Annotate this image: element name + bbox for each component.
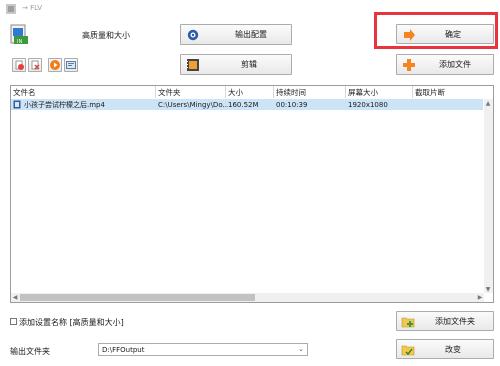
scroll-right-icon[interactable]: ▶ bbox=[476, 293, 484, 301]
quality-label: 高质量和大小 bbox=[82, 31, 130, 40]
scroll-left-icon[interactable]: ◀ bbox=[11, 293, 19, 301]
cell-duration: 00:10:39 bbox=[276, 100, 308, 109]
add-folder-label: 添加文件夹 bbox=[435, 316, 475, 326]
col-size[interactable]: 大小 bbox=[226, 86, 274, 98]
vertical-scrollbar[interactable]: ▲ ▼ bbox=[484, 99, 493, 293]
folder-icon bbox=[401, 343, 415, 357]
horizontal-scrollbar[interactable]: ◀ ▶ bbox=[11, 293, 484, 302]
output-config-label: 输出配置 bbox=[235, 30, 267, 39]
plus-icon bbox=[402, 58, 416, 72]
table-row[interactable]: 小孩子尝试柠檬之后.mp4 C:\Users\Mingy\Do... 160.5… bbox=[11, 99, 483, 110]
table-header: 文件名 文件夹 大小 持续时间 屏幕大小 截取片断 bbox=[11, 86, 493, 98]
film-icon bbox=[186, 58, 200, 72]
clip-label: 剪辑 bbox=[241, 60, 257, 69]
output-folder-label: 输出文件夹 bbox=[10, 347, 50, 356]
file-table[interactable]: 文件名 文件夹 大小 持续时间 屏幕大小 截取片断 小孩子尝试柠檬之后.mp4 … bbox=[10, 85, 494, 303]
quality-preset-icon[interactable]: IN bbox=[9, 24, 31, 46]
info-button[interactable] bbox=[64, 58, 78, 72]
cell-size: 160.52M bbox=[228, 100, 259, 109]
output-config-button[interactable]: 输出配置 bbox=[180, 24, 292, 45]
output-config-icon bbox=[187, 29, 199, 41]
cell-filename: 小孩子尝试柠檬之后.mp4 bbox=[24, 100, 105, 109]
ok-label: 确定 bbox=[445, 29, 461, 39]
play-button[interactable] bbox=[48, 58, 62, 72]
add-setting-name-checkbox[interactable] bbox=[10, 318, 17, 325]
col-folder[interactable]: 文件夹 bbox=[156, 86, 226, 98]
svg-text:IN: IN bbox=[17, 39, 22, 45]
cell-clip bbox=[413, 99, 483, 110]
scroll-up-icon[interactable]: ▲ bbox=[484, 99, 492, 107]
chevron-down-icon[interactable]: ⌄ bbox=[298, 345, 304, 353]
arrow-right-icon bbox=[403, 29, 415, 41]
add-file-button[interactable]: 添加文件 bbox=[396, 54, 494, 75]
add-file-label: 添加文件 bbox=[439, 60, 471, 69]
cell-folder: C:\Users\Mingy\Do... bbox=[158, 100, 228, 109]
change-button[interactable]: 改变 bbox=[396, 339, 494, 359]
output-folder-select[interactable]: D:\FFOutput ⌄ bbox=[98, 343, 308, 356]
scroll-down-icon[interactable]: ▼ bbox=[484, 285, 492, 293]
folder-plus-icon bbox=[401, 315, 415, 329]
col-clip[interactable]: 截取片断 bbox=[413, 86, 493, 98]
col-screen-size[interactable]: 屏幕大小 bbox=[346, 86, 413, 98]
col-duration[interactable]: 持续时间 bbox=[274, 86, 346, 98]
add-setting-name-label: 添加设置名称 [高质量和大小] bbox=[19, 318, 124, 327]
video-file-icon bbox=[13, 100, 21, 109]
change-label: 改变 bbox=[445, 344, 461, 354]
app-icon bbox=[6, 4, 16, 14]
ok-button[interactable]: 确定 bbox=[396, 24, 494, 44]
clear-button[interactable] bbox=[28, 58, 42, 72]
output-folder-value: D:\FFOutput bbox=[102, 346, 145, 354]
scroll-thumb[interactable] bbox=[20, 294, 255, 301]
add-folder-button[interactable]: 添加文件夹 bbox=[396, 311, 494, 331]
remove-button[interactable] bbox=[12, 58, 26, 72]
cell-screen-size: 1920x1080 bbox=[348, 100, 388, 109]
window-title: → FLV bbox=[22, 4, 43, 12]
clip-button[interactable]: 剪辑 bbox=[180, 54, 292, 75]
col-filename[interactable]: 文件名 bbox=[11, 86, 156, 98]
